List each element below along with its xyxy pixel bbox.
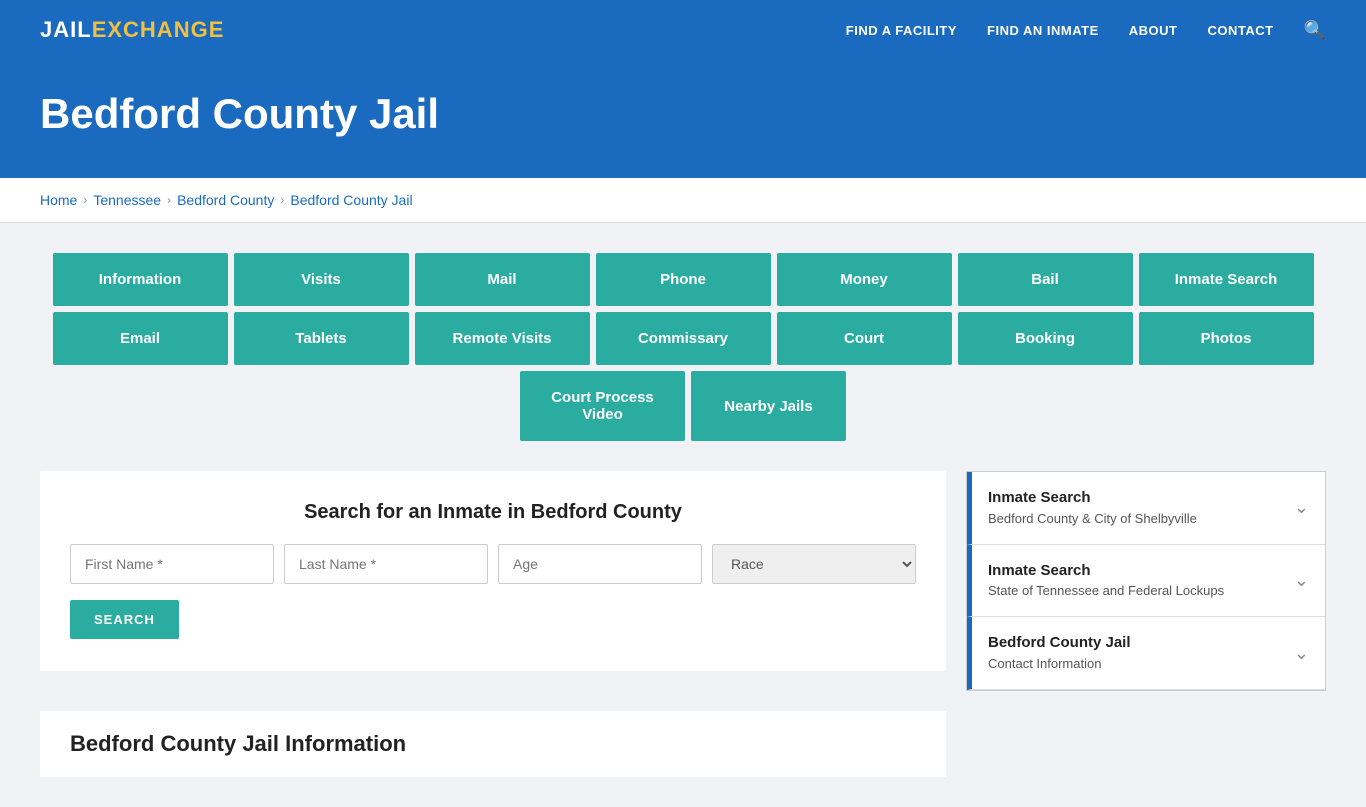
search-fields: Race White Black Hispanic Asian Other [70, 544, 916, 584]
breadcrumb-sep-3: › [280, 193, 284, 207]
breadcrumb-tennessee[interactable]: Tennessee [93, 192, 161, 208]
page-title: Bedford County Jail [40, 90, 1326, 138]
nav-row-1: Information Visits Mail Phone Money Bail… [40, 253, 1326, 306]
search-button[interactable]: SEARCH [70, 600, 179, 639]
hero-section: Bedford County Jail [0, 60, 1366, 178]
last-name-input[interactable] [284, 544, 488, 584]
race-select[interactable]: Race White Black Hispanic Asian Other [712, 544, 916, 584]
sidebar-item-3[interactable]: Bedford County Jail Contact Information … [967, 617, 1325, 690]
age-input[interactable] [498, 544, 702, 584]
btn-tablets[interactable]: Tablets [234, 312, 409, 365]
btn-money[interactable]: Money [777, 253, 952, 306]
sidebar-item-1-title: Inmate Search [988, 488, 1197, 508]
sidebar-item-2-text: Inmate Search State of Tennessee and Fed… [988, 561, 1224, 601]
breadcrumb-bedford-county[interactable]: Bedford County [177, 192, 274, 208]
chevron-down-icon-1: ⌄ [1294, 497, 1309, 518]
btn-court-process-video[interactable]: Court Process Video [520, 371, 685, 441]
btn-remote-visits[interactable]: Remote Visits [415, 312, 590, 365]
btn-commissary[interactable]: Commissary [596, 312, 771, 365]
sidebar-item-1-text: Inmate Search Bedford County & City of S… [988, 488, 1197, 528]
sidebar-item-2-subtitle: State of Tennessee and Federal Lockups [988, 582, 1224, 600]
sidebar: Inmate Search Bedford County & City of S… [966, 471, 1326, 691]
btn-phone[interactable]: Phone [596, 253, 771, 306]
first-name-input[interactable] [70, 544, 274, 584]
breadcrumb-home[interactable]: Home [40, 192, 77, 208]
btn-nearby-jails[interactable]: Nearby Jails [691, 371, 846, 441]
btn-email[interactable]: Email [53, 312, 228, 365]
nav-row-3: Court Process Video Nearby Jails [40, 371, 1326, 441]
nav-about[interactable]: ABOUT [1129, 23, 1178, 38]
sidebar-item-3-text: Bedford County Jail Contact Information [988, 633, 1131, 673]
lower-section: Search for an Inmate in Bedford County R… [40, 471, 1326, 777]
btn-mail[interactable]: Mail [415, 253, 590, 306]
breadcrumb-bar: Home › Tennessee › Bedford County › Bedf… [0, 178, 1366, 223]
logo-jail: JAIL [40, 17, 92, 43]
breadcrumb: Home › Tennessee › Bedford County › Bedf… [40, 192, 1326, 208]
nav-find-inmate[interactable]: FIND AN INMATE [987, 23, 1099, 38]
site-logo[interactable]: JAILEXCHANGE [40, 17, 224, 43]
breadcrumb-sep-1: › [83, 193, 87, 207]
search-icon-button[interactable]: 🔍 [1304, 20, 1326, 41]
sidebar-item-3-subtitle: Contact Information [988, 655, 1131, 673]
nav-contact[interactable]: CONTACT [1207, 23, 1273, 38]
btn-court[interactable]: Court [777, 312, 952, 365]
nav-row-2: Email Tablets Remote Visits Commissary C… [40, 312, 1326, 365]
sidebar-item-1[interactable]: Inmate Search Bedford County & City of S… [967, 472, 1325, 545]
btn-visits[interactable]: Visits [234, 253, 409, 306]
search-title: Search for an Inmate in Bedford County [70, 501, 916, 524]
info-section: Bedford County Jail Information [40, 711, 946, 777]
search-panel: Search for an Inmate in Bedford County R… [40, 471, 946, 671]
main-content: Information Visits Mail Phone Money Bail… [0, 223, 1366, 807]
btn-booking[interactable]: Booking [958, 312, 1133, 365]
main-nav: FIND A FACILITY FIND AN INMATE ABOUT CON… [846, 20, 1326, 41]
nav-buttons-section: Information Visits Mail Phone Money Bail… [40, 253, 1326, 441]
nav-find-facility[interactable]: FIND A FACILITY [846, 23, 957, 38]
site-header: JAILEXCHANGE FIND A FACILITY FIND AN INM… [0, 0, 1366, 60]
sidebar-item-2[interactable]: Inmate Search State of Tennessee and Fed… [967, 545, 1325, 618]
sidebar-item-3-title: Bedford County Jail [988, 633, 1131, 653]
chevron-down-icon-3: ⌄ [1294, 643, 1309, 664]
breadcrumb-sep-2: › [167, 193, 171, 207]
chevron-down-icon-2: ⌄ [1294, 570, 1309, 591]
btn-information[interactable]: Information [53, 253, 228, 306]
info-title: Bedford County Jail Information [70, 731, 916, 757]
sidebar-item-2-title: Inmate Search [988, 561, 1224, 581]
sidebar-item-1-subtitle: Bedford County & City of Shelbyville [988, 510, 1197, 528]
btn-bail[interactable]: Bail [958, 253, 1133, 306]
btn-inmate-search[interactable]: Inmate Search [1139, 253, 1314, 306]
breadcrumb-current: Bedford County Jail [290, 192, 412, 208]
logo-exchange: EXCHANGE [92, 17, 225, 43]
btn-photos[interactable]: Photos [1139, 312, 1314, 365]
